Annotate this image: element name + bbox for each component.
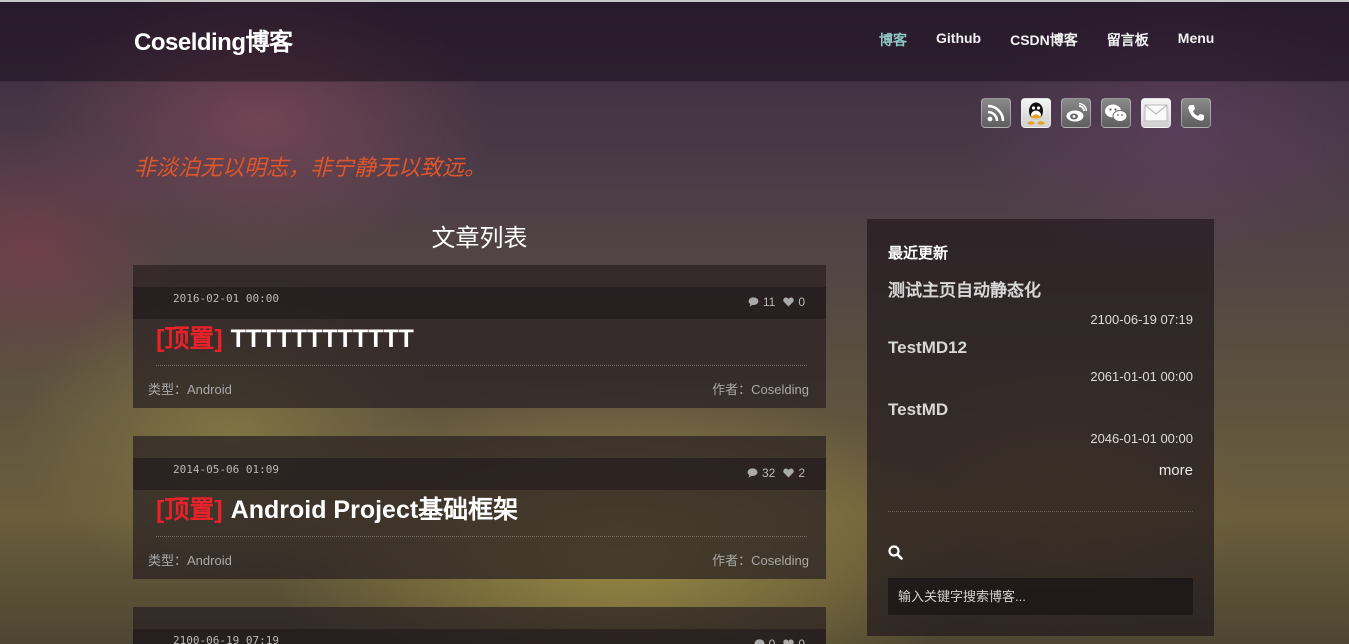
comment-count: 0 xyxy=(754,637,776,644)
comment-icon xyxy=(754,639,765,644)
recent-item: TestMD 2046-01-01 00:00 xyxy=(888,400,1193,446)
author-label: 作者： xyxy=(712,382,752,397)
article-category: 类型：Android xyxy=(148,379,232,398)
comment-count-value: 11 xyxy=(762,295,776,309)
recent-updates-title: 最近更新 xyxy=(888,245,949,262)
recent-item: TestMD12 2061-01-01 00:00 xyxy=(888,338,1193,384)
social-links xyxy=(981,98,1221,128)
article-title: Android Project基础框架 xyxy=(230,496,519,524)
nav-blog[interactable]: 博客 xyxy=(879,28,907,52)
qq-icon[interactable] xyxy=(1021,98,1051,128)
recent-item-date: 2046-01-01 00:00 xyxy=(1090,431,1193,446)
pinned-tag: [顶置] xyxy=(156,325,223,353)
article-stats: 32 2 xyxy=(739,466,805,480)
article-author: 作者：Coselding xyxy=(712,379,809,398)
pinned-tag: [顶置] xyxy=(156,496,223,524)
author-label: 作者： xyxy=(712,553,752,568)
like-count-value: 0 xyxy=(798,295,805,309)
nav-menu-toggle[interactable]: Menu xyxy=(1178,28,1215,52)
category-link[interactable]: Android xyxy=(187,382,232,397)
article-category: 类型：Android xyxy=(148,550,232,569)
like-count-value: 2 xyxy=(798,466,805,480)
mail-icon[interactable] xyxy=(1141,98,1171,128)
author-link[interactable]: Coselding xyxy=(751,553,809,568)
article-date: 2014-05-06 01:09 xyxy=(173,463,279,476)
like-count-value: 0 xyxy=(798,637,805,644)
author-link[interactable]: Coselding xyxy=(751,382,809,397)
like-count: 2 xyxy=(783,466,805,480)
article-title-link[interactable]: [顶置] Android Project基础框架 xyxy=(156,490,518,526)
article-date: 2100-06-19 07:19 xyxy=(173,634,279,644)
heart-icon xyxy=(783,297,795,307)
article-stats: 11 0 xyxy=(740,295,805,309)
recent-item-title[interactable]: TestMD12 xyxy=(888,338,1193,358)
recent-item: 测试主页自动静态化 2100-06-19 07:19 xyxy=(888,276,1193,327)
site-brand[interactable]: Coselding博客 xyxy=(134,22,293,57)
recent-item-title[interactable]: TestMD xyxy=(888,400,1193,420)
recent-item-date: 2061-01-01 00:00 xyxy=(1090,369,1193,384)
article-title-link[interactable]: [顶置] TTTTTTTTTTTT xyxy=(156,319,414,355)
recent-item-title[interactable]: 测试主页自动静态化 xyxy=(888,276,1193,301)
category-label: 类型： xyxy=(148,382,188,397)
sidebar: 最近更新 测试主页自动静态化 2100-06-19 07:19 TestMD12… xyxy=(867,219,1214,636)
comment-count: 11 xyxy=(748,295,775,309)
card-divider xyxy=(156,365,807,366)
heart-icon xyxy=(783,639,794,644)
wechat-icon[interactable] xyxy=(1101,98,1131,128)
search-input[interactable] xyxy=(888,578,1193,615)
navbar: Coselding博客 博客 Github CSDN博客 留言板 Menu xyxy=(0,2,1349,82)
search-icon[interactable] xyxy=(888,545,903,565)
weibo-icon[interactable] xyxy=(1061,98,1091,128)
phone-icon[interactable] xyxy=(1181,98,1211,128)
article-date: 2016-02-01 00:00 xyxy=(173,292,279,305)
article-stats: 0 0 xyxy=(746,637,805,644)
article-card: 2014-05-06 01:09 32 2 [顶置] Android Projec… xyxy=(133,436,826,579)
article-card: 2100-06-19 07:19 0 0 xyxy=(133,607,826,644)
nav-github[interactable]: Github xyxy=(936,28,981,52)
comment-icon xyxy=(747,468,758,478)
article-author: 作者：Coselding xyxy=(712,550,809,569)
comment-count-value: 32 xyxy=(761,466,776,480)
article-list-title: 文章列表 xyxy=(431,224,528,252)
heart-icon xyxy=(783,468,795,478)
article-card: 2016-02-01 00:00 11 0 [顶置] TTTTTTTTTTTT 类… xyxy=(133,265,826,408)
comment-count-value: 0 xyxy=(768,637,776,644)
motto: 非淡泊无以明志，非宁静无以致远。 xyxy=(134,155,487,180)
like-count: 0 xyxy=(783,637,805,644)
more-link[interactable]: more xyxy=(1159,462,1193,479)
comment-icon xyxy=(748,297,759,307)
nav-menu: 博客 Github CSDN博客 留言板 Menu xyxy=(860,28,1214,52)
rss-icon[interactable] xyxy=(981,98,1011,128)
sidebar-divider xyxy=(888,511,1193,512)
category-link[interactable]: Android xyxy=(187,553,232,568)
card-divider xyxy=(156,536,807,537)
article-title: TTTTTTTTTTTT xyxy=(230,325,414,353)
nav-guestbook[interactable]: 留言板 xyxy=(1107,28,1149,52)
nav-csdn[interactable]: CSDN博客 xyxy=(1010,28,1078,52)
like-count: 0 xyxy=(783,295,805,309)
recent-item-date: 2100-06-19 07:19 xyxy=(1090,312,1193,327)
comment-count: 32 xyxy=(747,466,775,480)
category-label: 类型： xyxy=(148,553,188,568)
